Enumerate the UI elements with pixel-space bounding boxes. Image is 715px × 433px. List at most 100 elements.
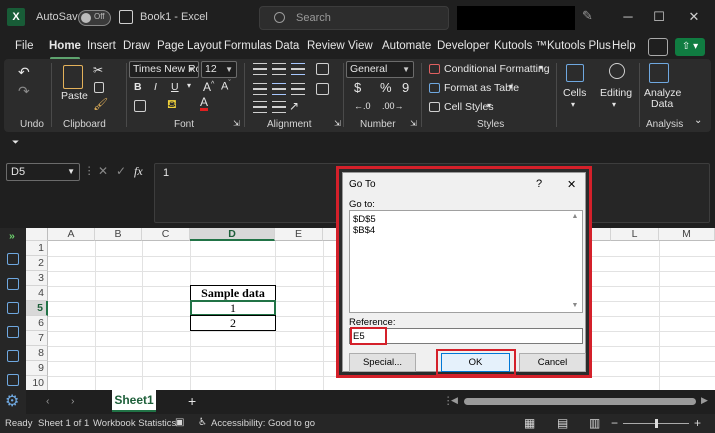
increase-font-icon[interactable]: A^: [203, 80, 214, 94]
add-sheet-icon[interactable]: +: [188, 393, 196, 409]
editing-button[interactable]: Editing: [600, 87, 632, 99]
column-header-l[interactable]: L: [611, 228, 659, 241]
external-link-icon[interactable]: [7, 374, 19, 386]
goto-list[interactable]: $D$5 $B$4 ▲ ▼: [349, 210, 583, 313]
column-header-e[interactable]: E: [275, 228, 323, 241]
prev-sheet-icon[interactable]: ‹: [46, 395, 50, 407]
chevron-down-icon[interactable]: ▾: [571, 100, 575, 109]
column-header-a[interactable]: A: [48, 228, 95, 241]
tab-file[interactable]: File: [15, 40, 34, 52]
table-list-icon[interactable]: [7, 326, 19, 338]
align-top-icon[interactable]: [253, 63, 267, 75]
conditional-formatting-button[interactable]: Conditional Formatting: [444, 63, 550, 75]
close-icon[interactable]: ✕: [567, 178, 576, 191]
increase-decimal-icon[interactable]: ←.0: [354, 101, 371, 111]
row-header-9[interactable]: 9: [26, 361, 48, 376]
accessibility-status[interactable]: Accessibility: Good to go: [211, 418, 315, 429]
alignment-dialog-launcher-icon[interactable]: ⇲: [334, 119, 341, 128]
borders-icon[interactable]: [134, 100, 146, 112]
zoom-slider-thumb[interactable]: [655, 419, 658, 428]
special-button[interactable]: Special...: [349, 353, 416, 372]
font-name-dropdown[interactable]: Times New Ro ▼: [129, 61, 199, 78]
cell-d6[interactable]: 2: [190, 315, 276, 331]
zoom-out-icon[interactable]: −: [611, 416, 618, 430]
tab-home[interactable]: Home: [49, 40, 81, 52]
currency-icon[interactable]: $: [354, 80, 361, 95]
tab-formulas[interactable]: Formulas: [224, 40, 272, 52]
format-painter-icon[interactable]: 🖌: [93, 97, 108, 111]
collapse-ribbon-icon[interactable]: ⌄: [694, 115, 702, 126]
align-middle-icon[interactable]: [272, 63, 286, 75]
workbook-statistics-button[interactable]: Workbook Statistics: [93, 418, 176, 429]
confirm-entry-icon[interactable]: ✓: [116, 164, 126, 178]
tab-draw[interactable]: Draw: [123, 40, 150, 52]
settings-gear-icon[interactable]: ⚙: [5, 391, 19, 411]
search-box[interactable]: Search: [259, 6, 449, 30]
tab-view[interactable]: View: [348, 40, 373, 52]
tab-developer[interactable]: Developer: [437, 40, 489, 52]
chevron-down-icon[interactable]: ▾: [539, 63, 543, 72]
column-header-m[interactable]: M: [659, 228, 715, 241]
font-size-dropdown[interactable]: 12 ▼: [201, 61, 237, 78]
autosave-toggle[interactable]: Off: [78, 10, 111, 26]
goto-list-item[interactable]: $D$5: [353, 214, 376, 225]
row-header-6[interactable]: 6: [26, 316, 48, 331]
horizontal-scrollbar[interactable]: [464, 398, 696, 405]
cut-icon[interactable]: ✂: [93, 63, 103, 77]
align-bottom-icon[interactable]: [291, 63, 305, 75]
print-icon[interactable]: [7, 302, 19, 314]
cells-button[interactable]: Cells: [563, 87, 586, 99]
help-icon[interactable]: ?: [536, 178, 542, 190]
macro-record-icon[interactable]: ▣: [175, 417, 184, 428]
underline-icon[interactable]: U: [171, 81, 179, 93]
scroll-up-icon[interactable]: ▲: [570, 213, 580, 220]
expand-panel-icon[interactable]: »: [9, 230, 15, 242]
tab-data[interactable]: Data: [275, 40, 299, 52]
insert-function-icon[interactable]: fx: [134, 164, 143, 179]
scroll-left-icon[interactable]: ◀: [451, 395, 458, 406]
page-break-view-icon[interactable]: ▥: [589, 416, 600, 430]
row-header-5[interactable]: 5: [26, 301, 48, 316]
goto-list-item[interactable]: $B$4: [353, 225, 375, 236]
zoom-in-icon[interactable]: +: [694, 416, 701, 430]
resource-library-icon[interactable]: [7, 278, 19, 290]
comma-style-icon[interactable]: 9: [402, 80, 409, 95]
row-header-2[interactable]: 2: [26, 256, 48, 271]
chevron-down-icon[interactable]: ▾: [487, 101, 491, 110]
minimize-icon[interactable]: ─: [620, 9, 636, 24]
font-dialog-launcher-icon[interactable]: ⇲: [233, 119, 240, 128]
tab-page-layout[interactable]: Page Layout: [157, 40, 222, 52]
row-header-3[interactable]: 3: [26, 271, 48, 286]
pen-icon[interactable]: ✎: [582, 8, 593, 24]
tab-review[interactable]: Review: [307, 40, 345, 52]
font-color-icon[interactable]: A: [200, 96, 209, 111]
scroll-down-icon[interactable]: ▼: [570, 302, 580, 309]
undo-icon[interactable]: ↶: [18, 64, 30, 81]
tab-kutools-plus[interactable]: Kutools Plus: [547, 40, 611, 52]
format-as-table-button[interactable]: Format as Table: [444, 82, 519, 94]
analyze-data-label-2[interactable]: Data: [651, 98, 673, 110]
navigation-icon[interactable]: [7, 253, 19, 265]
comments-button[interactable]: [648, 38, 668, 56]
redo-icon[interactable]: ↷: [18, 83, 30, 100]
sheet-tab-sheet1[interactable]: Sheet1: [112, 390, 156, 412]
merge-center-icon[interactable]: [316, 83, 329, 95]
bold-icon[interactable]: B: [134, 81, 142, 93]
increase-indent-icon[interactable]: [272, 101, 286, 113]
cancel-button[interactable]: Cancel: [519, 353, 586, 372]
number-format-dropdown[interactable]: General ▼: [346, 61, 414, 78]
decrease-font-icon[interactable]: Aˇ: [221, 80, 231, 93]
binoculars-icon[interactable]: [7, 350, 19, 362]
paste-icon[interactable]: [63, 65, 83, 89]
row-header-10[interactable]: 10: [26, 376, 48, 390]
column-header-b[interactable]: B: [95, 228, 142, 241]
next-sheet-icon[interactable]: ›: [71, 395, 75, 407]
orientation-icon[interactable]: ↗: [289, 99, 299, 113]
cell-d4[interactable]: Sample data: [190, 285, 276, 301]
tab-insert[interactable]: Insert: [87, 40, 116, 52]
tab-automate[interactable]: Automate: [382, 40, 431, 52]
percent-icon[interactable]: %: [380, 80, 392, 95]
fill-color-icon[interactable]: ⛾: [167, 97, 177, 113]
customize-qat-icon[interactable]: ⏷: [12, 137, 19, 148]
column-header-d[interactable]: D: [190, 228, 275, 241]
